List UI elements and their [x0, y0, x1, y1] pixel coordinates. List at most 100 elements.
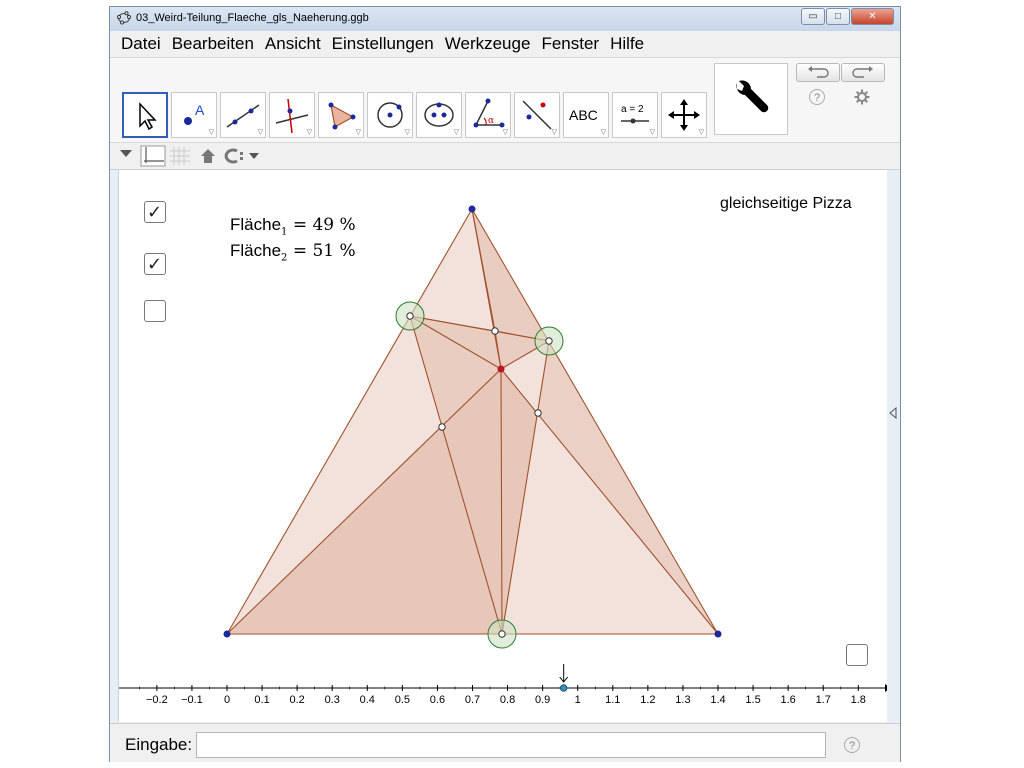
- pizza-caption: gleichseitige Pizza: [720, 195, 852, 212]
- geogebra-app-icon: [117, 11, 131, 25]
- wrench-icon: [736, 80, 769, 113]
- conic-tool[interactable]: ▽: [416, 92, 462, 138]
- circle-tool[interactable]: ▽: [367, 92, 413, 138]
- x-tick-label: 0.6: [430, 694, 445, 706]
- input-help-icon[interactable]: ?: [844, 737, 860, 753]
- checkbox-1[interactable]: ✓: [144, 201, 166, 223]
- move-graphics-tool[interactable]: ▽: [661, 92, 707, 138]
- submenu-arrow-icon: ▽: [355, 129, 361, 136]
- point-h: [534, 409, 542, 417]
- redo-button[interactable]: [841, 63, 885, 82]
- menu-fenster[interactable]: Fenster: [533, 34, 602, 54]
- area-2-name: Fläche: [230, 241, 282, 260]
- x-tick-label: 1.3: [675, 694, 690, 706]
- input-field[interactable]: [196, 732, 826, 758]
- maximize-button[interactable]: □: [826, 8, 850, 25]
- undo-button[interactable]: [796, 63, 840, 82]
- submenu-arrow-icon: ▽: [208, 129, 214, 136]
- x-tick-label: 0.3: [325, 694, 340, 706]
- gear-icon[interactable]: [854, 89, 870, 105]
- area-2-label: Fläche2 = 51 %: [230, 241, 356, 263]
- area-1-subscript: 1: [281, 226, 288, 238]
- x-tick-label: 0.4: [360, 694, 375, 706]
- checkbox-4[interactable]: [846, 644, 868, 666]
- grid-icon[interactable]: [170, 147, 190, 165]
- menu-hilfe[interactable]: Hilfe: [602, 34, 647, 54]
- slider-tool[interactable]: a = 2 ▽: [612, 92, 658, 138]
- menu-einstellungen[interactable]: Einstellungen: [324, 34, 437, 54]
- x-tick-label: 0.2: [289, 694, 304, 706]
- angle-tool[interactable]: α ▽: [465, 92, 511, 138]
- vertex-b: [714, 630, 722, 638]
- check-mark-icon: ✓: [147, 202, 163, 222]
- collapse-arrow-icon: [889, 407, 897, 419]
- geogebra-window: 03_Weird-Teilung_Flaeche_gls_Naeherung.g…: [109, 6, 901, 762]
- x-tick-label: −0.2: [146, 694, 168, 706]
- x-tick-label: 1.8: [851, 694, 866, 706]
- submenu-arrow-icon: ▽: [698, 129, 704, 136]
- angle-tool-label: α: [488, 116, 494, 126]
- x-tick-label: 1.1: [605, 694, 620, 706]
- point-g: [438, 423, 446, 431]
- x-tick-label: 0.8: [500, 694, 515, 706]
- x-tick-label: 0.5: [395, 694, 410, 706]
- redo-icon: [852, 66, 873, 78]
- checkbox-2[interactable]: ✓: [144, 253, 166, 275]
- submenu-arrow-icon: ▽: [600, 129, 606, 136]
- point-i: [491, 327, 499, 335]
- point-tool[interactable]: A ▽: [171, 92, 217, 138]
- x-tick-label: 0.7: [465, 694, 480, 706]
- point-capture-icon[interactable]: [223, 148, 265, 164]
- line-tool[interactable]: ▽: [220, 92, 266, 138]
- arrow-cursor-icon: [139, 102, 157, 131]
- area-1-label: Fläche1 = 49 %: [230, 215, 356, 237]
- undo-icon: [808, 66, 829, 78]
- text-tool[interactable]: ABC ▽: [563, 92, 609, 138]
- x-tick-label: 1.2: [640, 694, 655, 706]
- center-point: [497, 365, 505, 373]
- polygon-tool[interactable]: ▽: [318, 92, 364, 138]
- x-tick-label: 1: [575, 694, 581, 706]
- graphics-view[interactable]: −0.2 −0.1 0 0.1 0.2 0.3 0.4 0.5 0.6 0.7 0.8 0.9 1 1.1…: [118, 170, 887, 722]
- checkbox-3[interactable]: [144, 300, 166, 322]
- reflect-tool[interactable]: ▽: [514, 92, 560, 138]
- menu-werkzeuge[interactable]: Werkzeuge: [437, 34, 534, 54]
- menu-datei[interactable]: Datei: [110, 34, 164, 54]
- close-button[interactable]: ✕: [851, 8, 894, 25]
- input-label: Eingabe:: [125, 735, 193, 754]
- area-1-value: = 49 %: [292, 215, 356, 235]
- slider-tool-label: a = 2: [621, 104, 644, 115]
- text-tool-label: ABC: [569, 107, 598, 123]
- submenu-arrow-icon: ▽: [306, 129, 312, 136]
- menu-bearbeiten[interactable]: Bearbeiten: [164, 34, 257, 54]
- input-bar: Eingabe: ?: [110, 723, 900, 762]
- x-tick-label: 0: [224, 694, 230, 706]
- title-bar: 03_Weird-Teilung_Flaeche_gls_Naeherung.g…: [110, 7, 900, 31]
- point-e: [545, 337, 553, 345]
- minimize-button[interactable]: ▭: [801, 8, 825, 25]
- x-tick-label: 1.5: [745, 694, 760, 706]
- submenu-arrow-icon: ▽: [453, 129, 459, 136]
- x-tick-label: 0.1: [254, 694, 269, 706]
- toolbar: A ▽ ▽ ▽ ▽ ▽ ▽ α ▽ ▽ ABC ▽ a = 2 ▽ ▽ ?: [110, 58, 900, 154]
- side-panel-toggle[interactable]: [887, 170, 900, 722]
- axes-icon[interactable]: [140, 145, 166, 167]
- settings-button[interactable]: ▽: [714, 63, 788, 154]
- vertex-c: [468, 205, 476, 213]
- dropdown-icon[interactable]: [120, 150, 132, 158]
- x-tick-label: −0.1: [181, 694, 203, 706]
- home-icon[interactable]: [200, 148, 216, 164]
- submenu-arrow-icon: ▽: [649, 129, 655, 136]
- vertex-a: [223, 630, 231, 638]
- x-tick-label: 0.9: [535, 694, 550, 706]
- submenu-arrow-icon: ▽: [404, 129, 410, 136]
- help-icon[interactable]: ?: [809, 89, 825, 105]
- perpendicular-line-tool[interactable]: ▽: [269, 92, 315, 138]
- menu-ansicht[interactable]: Ansicht: [257, 34, 324, 54]
- point-f: [498, 630, 506, 638]
- move-tool[interactable]: [122, 92, 168, 138]
- submenu-arrow-icon: ▽: [551, 129, 557, 136]
- point-tool-label: A: [195, 102, 205, 118]
- area-1-name: Fläche: [230, 215, 282, 234]
- area-2-value: = 51 %: [292, 241, 356, 261]
